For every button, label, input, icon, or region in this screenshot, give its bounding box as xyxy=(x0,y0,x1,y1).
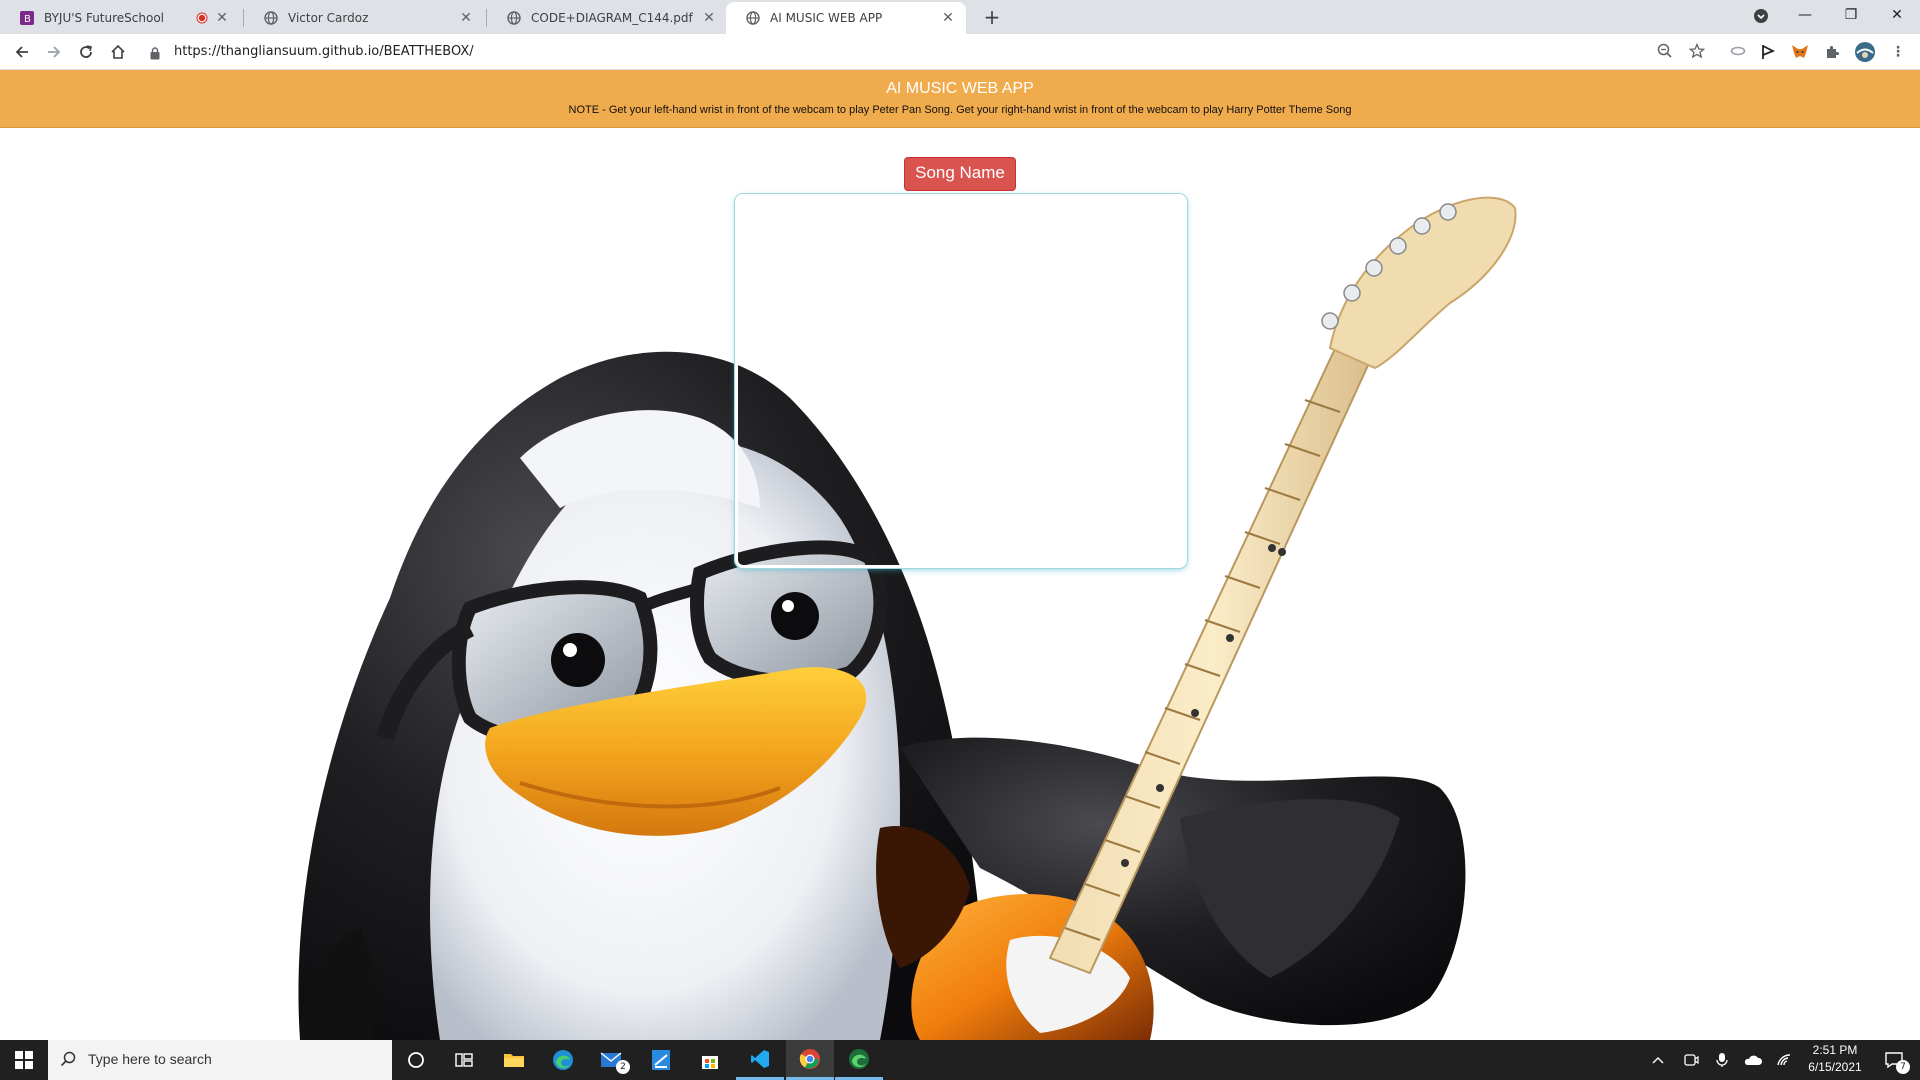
bookmark-star-icon[interactable] xyxy=(1688,42,1706,63)
mail-badge: 2 xyxy=(616,1060,630,1074)
vscode-icon[interactable] xyxy=(736,1040,784,1080)
globe-icon xyxy=(264,11,278,25)
zoom-icon[interactable] xyxy=(1657,43,1673,63)
search-placeholder: Type here to search xyxy=(88,1051,212,1067)
clock-date: 6/15/2021 xyxy=(1808,1060,1862,1074)
network-wifi-icon[interactable] xyxy=(1772,1040,1798,1080)
microsoft-store-icon[interactable] xyxy=(686,1040,734,1080)
page-header-banner: AI MUSIC WEB APP NOTE - Get your left-ha… xyxy=(0,70,1920,128)
search-icon xyxy=(60,1051,76,1071)
recording-icon xyxy=(194,12,210,24)
mail-icon[interactable]: 2 xyxy=(588,1040,636,1080)
byjus-icon: B xyxy=(20,11,34,25)
tab-strip: B BYJU'S FutureSchool ✕ Victor Cardoz ✕ … xyxy=(0,0,1920,34)
show-hidden-icons-chevron-icon[interactable] xyxy=(1646,1040,1670,1080)
edge-dev-icon[interactable] xyxy=(835,1040,883,1080)
edge-browser-icon[interactable] xyxy=(539,1040,587,1080)
restore-button[interactable]: ❐ xyxy=(1828,0,1874,32)
document-app-icon[interactable] xyxy=(637,1040,685,1080)
windows-taskbar: Type here to search 2 2:51 PM 6/15/2021 … xyxy=(0,1040,1920,1080)
meet-now-icon[interactable] xyxy=(1678,1040,1704,1080)
lock-icon[interactable] xyxy=(150,45,160,64)
system-clock[interactable]: 2:51 PM 6/15/2021 xyxy=(1800,1042,1870,1076)
browser-menu-icon[interactable]: ⋮ xyxy=(1888,42,1908,62)
webcam-canvas[interactable] xyxy=(735,194,1187,568)
notification-center-icon[interactable]: 7 xyxy=(1876,1040,1912,1080)
forward-button[interactable] xyxy=(40,38,68,66)
url-text[interactable]: https://thangliansuum.github.io/BEATTHEB… xyxy=(174,44,474,59)
tab-title: BYJU'S FutureSchool xyxy=(44,11,165,25)
page-title: AI MUSIC WEB APP xyxy=(886,80,1034,97)
cortana-icon[interactable] xyxy=(392,1040,440,1080)
tab-title: AI MUSIC WEB APP xyxy=(770,11,883,25)
instruction-note: NOTE - Get your left-hand wrist in front… xyxy=(568,104,1352,116)
tab-title: Victor Cardoz xyxy=(288,11,369,25)
close-icon[interactable]: ✕ xyxy=(940,10,956,26)
taskbar-search-box[interactable]: Type here to search xyxy=(48,1040,392,1080)
metamask-fox-icon[interactable] xyxy=(1790,42,1810,62)
chrome-icon[interactable] xyxy=(786,1040,834,1080)
extensions-puzzle-icon[interactable] xyxy=(1822,42,1842,62)
song-name-button[interactable]: Song Name xyxy=(904,157,1016,191)
extension-flag-icon[interactable] xyxy=(1758,42,1778,62)
profile-avatar-icon[interactable] xyxy=(1854,42,1875,62)
new-tab-button[interactable]: + xyxy=(978,4,1006,32)
start-button[interactable] xyxy=(0,1040,48,1080)
windows-logo-icon xyxy=(15,1051,33,1069)
back-button[interactable] xyxy=(8,38,36,66)
reload-button[interactable] xyxy=(72,38,100,66)
clock-time: 2:51 PM xyxy=(1812,1043,1858,1057)
task-view-icon[interactable] xyxy=(440,1040,488,1080)
extension-link-icon[interactable] xyxy=(1728,42,1748,62)
microphone-icon[interactable] xyxy=(1710,1040,1734,1080)
address-bar[interactable]: https://thangliansuum.github.io/BEATTHEB… xyxy=(140,37,1706,67)
tab-code-diagram[interactable]: CODE+DIAGRAM_C144.pdf ✕ xyxy=(487,2,727,34)
close-icon[interactable]: ✕ xyxy=(214,10,230,26)
page-viewport: AI MUSIC WEB APP NOTE - Get your left-ha… xyxy=(0,70,1920,1040)
home-button[interactable] xyxy=(104,38,132,66)
tab-victor-cardoz[interactable]: Victor Cardoz ✕ xyxy=(244,2,484,34)
tab-search-icon[interactable] xyxy=(1738,0,1784,32)
close-icon[interactable]: ✕ xyxy=(701,10,717,26)
globe-icon xyxy=(746,11,760,25)
svg-text:B: B xyxy=(24,14,31,25)
onedrive-cloud-icon[interactable] xyxy=(1740,1040,1766,1080)
close-window-button[interactable]: ✕ xyxy=(1874,0,1920,32)
browser-toolbar: https://thangliansuum.github.io/BEATTHEB… xyxy=(0,34,1920,70)
tab-ai-music-web-app[interactable]: AI MUSIC WEB APP ✕ xyxy=(726,2,966,34)
close-icon[interactable]: ✕ xyxy=(458,10,474,26)
globe-icon xyxy=(507,11,521,25)
minimize-button[interactable]: — xyxy=(1782,0,1828,32)
file-explorer-icon[interactable] xyxy=(490,1040,538,1080)
tab-title: CODE+DIAGRAM_C144.pdf xyxy=(531,11,693,25)
tab-byjus[interactable]: B BYJU'S FutureSchool ✕ xyxy=(0,2,240,34)
notification-count: 7 xyxy=(1896,1060,1910,1074)
